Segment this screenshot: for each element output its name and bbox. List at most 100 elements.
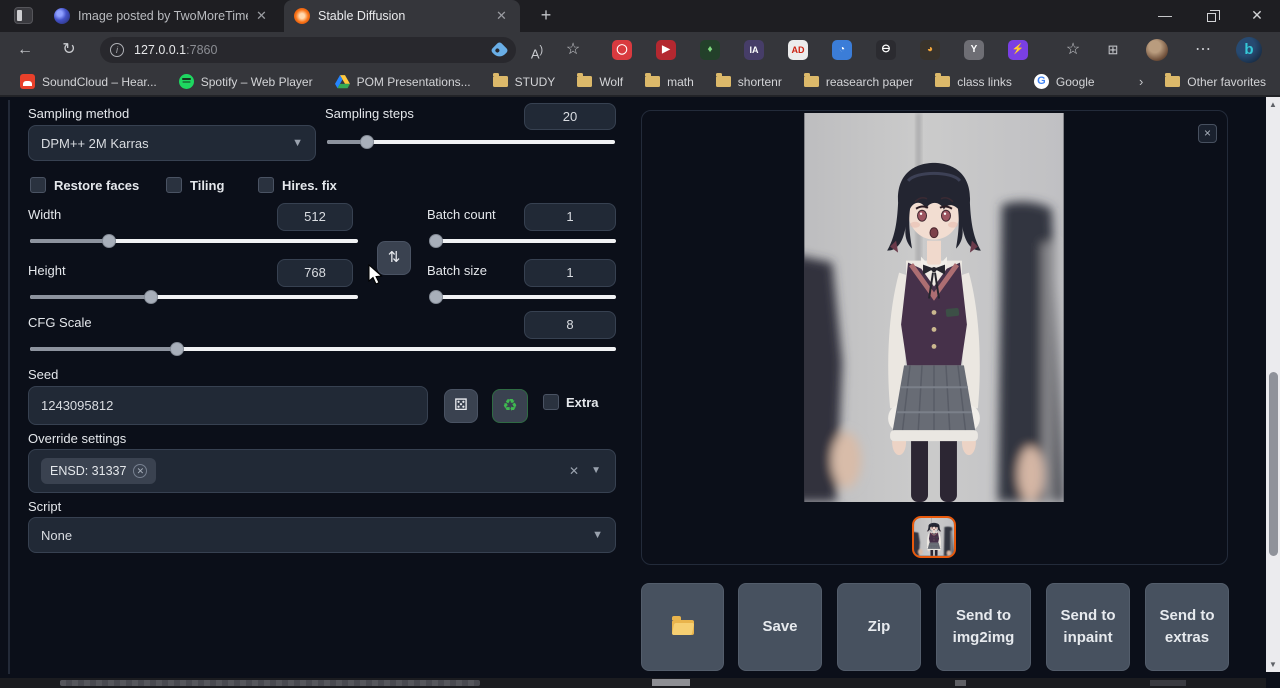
- sampling-method-dropdown[interactable]: DPM++ 2M Karras ▼: [28, 125, 316, 161]
- bottom-edge-strip: [0, 678, 1266, 688]
- sampling-steps-value[interactable]: 20: [524, 103, 616, 130]
- slider-handle[interactable]: [429, 290, 443, 304]
- extension-icon[interactable]: Y: [964, 40, 984, 60]
- add-favorite-icon[interactable]: ☆: [560, 32, 586, 68]
- refresh-icon[interactable]: ↻: [56, 32, 82, 68]
- reuse-seed-recycle-button[interactable]: ♻: [492, 389, 528, 423]
- horizontal-scrollbar-thumb[interactable]: [60, 680, 480, 686]
- favorites-bar-icon[interactable]: ☆: [1060, 32, 1086, 68]
- width-label: Width: [28, 207, 61, 222]
- tab2-favicon: [294, 8, 310, 24]
- clear-all-icon[interactable]: ✕: [569, 464, 579, 478]
- extension-icon[interactable]: 🜔: [876, 40, 896, 60]
- bookmark-spotify[interactable]: Spotify – Web Player: [179, 74, 313, 89]
- override-tag-chip[interactable]: ENSD: 31337 ✕: [41, 458, 156, 484]
- minimize-button[interactable]: —: [1142, 0, 1188, 30]
- soundcloud-icon: [20, 74, 35, 89]
- cfg-scale-slider[interactable]: [30, 342, 616, 356]
- read-aloud-icon[interactable]: A): [524, 32, 550, 68]
- slider-handle[interactable]: [429, 234, 443, 248]
- extension-icon[interactable]: AD: [788, 40, 808, 60]
- width-value[interactable]: 512: [277, 203, 353, 231]
- close-image-icon[interactable]: ×: [1198, 124, 1217, 143]
- script-dropdown[interactable]: None ▼: [28, 517, 616, 553]
- vertical-scrollbar[interactable]: ▲ ▼: [1266, 97, 1280, 672]
- extension-icon[interactable]: ◔: [832, 40, 852, 60]
- gallery-thumbnail-selected[interactable]: [912, 516, 956, 558]
- batch-size-value[interactable]: 1: [524, 259, 616, 287]
- back-icon[interactable]: ←: [12, 32, 38, 68]
- bookmark-folder-wolf[interactable]: Wolf: [577, 75, 623, 89]
- extension-icon[interactable]: ▶: [656, 40, 676, 60]
- tab1-title: Image posted by TwoMoreTimes: [78, 9, 248, 23]
- scrollbar-thumb[interactable]: [1269, 372, 1278, 556]
- height-value[interactable]: 768: [277, 259, 353, 287]
- taskbar-fragment: [1150, 680, 1186, 686]
- batch-count-slider[interactable]: [430, 234, 616, 248]
- extension-icon[interactable]: ⚡: [1008, 40, 1028, 60]
- site-info-icon[interactable]: i: [110, 43, 124, 57]
- extra-seed-checkbox[interactable]: [543, 394, 559, 410]
- slider-handle[interactable]: [360, 135, 374, 149]
- send-to-img2img-button[interactable]: Send to img2img: [936, 583, 1031, 671]
- folder-icon: [645, 76, 660, 87]
- tab-stable-diffusion[interactable]: Stable Diffusion ✕: [284, 0, 520, 32]
- spotify-icon: [179, 74, 194, 89]
- bookmark-folder-research[interactable]: reasearch paper: [804, 75, 913, 89]
- close-window-button[interactable]: ✕: [1234, 0, 1280, 30]
- remove-tag-icon[interactable]: ✕: [133, 464, 147, 478]
- url-text[interactable]: 127.0.0.1:7860: [134, 43, 217, 57]
- bookmark-soundcloud[interactable]: SoundCloud – Hear...: [20, 74, 157, 89]
- new-tab-button[interactable]: +: [534, 4, 558, 28]
- bookmark-folder-math[interactable]: math: [645, 75, 694, 89]
- bookmarks-overflow-chevron[interactable]: ›: [1139, 74, 1143, 89]
- tab-image-posted[interactable]: Image posted by TwoMoreTimes ✕: [44, 0, 282, 32]
- slider-handle[interactable]: [144, 290, 158, 304]
- cfg-scale-value[interactable]: 8: [524, 311, 616, 339]
- send-to-extras-button[interactable]: Send to extras: [1145, 583, 1229, 671]
- shopping-tag-icon[interactable]: [490, 41, 508, 59]
- random-seed-dice-button[interactable]: ⚄: [444, 389, 478, 423]
- profile-avatar[interactable]: [1146, 39, 1168, 61]
- settings-menu-icon[interactable]: ⋯: [1190, 32, 1216, 68]
- restore-faces-checkbox[interactable]: [30, 177, 46, 193]
- scroll-down-icon[interactable]: ▼: [1266, 660, 1280, 669]
- seed-input[interactable]: [28, 386, 428, 425]
- other-favorites[interactable]: Other favorites: [1165, 75, 1266, 89]
- bing-chat-icon[interactable]: b: [1236, 37, 1262, 63]
- slider-handle[interactable]: [102, 234, 116, 248]
- open-folder-button[interactable]: [641, 583, 724, 671]
- folder-icon: [935, 76, 950, 87]
- zip-button[interactable]: Zip: [837, 583, 921, 671]
- tiling-checkbox[interactable]: [166, 177, 182, 193]
- batch-count-value[interactable]: 1: [524, 203, 616, 231]
- height-slider[interactable]: [30, 290, 358, 304]
- batch-size-slider[interactable]: [430, 290, 616, 304]
- extension-icon[interactable]: ◯: [612, 40, 632, 60]
- tab2-close-icon[interactable]: ✕: [496, 8, 507, 24]
- generated-image[interactable]: [804, 113, 1064, 502]
- slider-handle[interactable]: [170, 342, 184, 356]
- sampling-steps-slider[interactable]: [327, 135, 615, 149]
- bookmark-google[interactable]: GGoogle: [1034, 74, 1095, 89]
- collections-icon[interactable]: ⊞: [1100, 32, 1126, 68]
- bookmark-folder-study[interactable]: STUDY: [493, 75, 556, 89]
- restore-button[interactable]: [1188, 0, 1234, 30]
- width-slider[interactable]: [30, 234, 358, 248]
- extension-icon[interactable]: ♦: [700, 40, 720, 60]
- address-bar[interactable]: i 127.0.0.1:7860: [100, 37, 516, 63]
- save-button[interactable]: Save: [738, 583, 822, 671]
- override-settings-box[interactable]: ENSD: 31337 ✕ ✕ ▼: [28, 449, 616, 493]
- bookmark-folder-shortenr[interactable]: shortenr: [716, 75, 782, 89]
- chevron-down-icon[interactable]: ▼: [591, 465, 601, 476]
- extension-icon[interactable]: ◕: [920, 40, 940, 60]
- bookmark-folder-classlinks[interactable]: class links: [935, 75, 1012, 89]
- bookmark-pom[interactable]: POM Presentations...: [335, 75, 471, 89]
- extension-icon[interactable]: IA: [744, 40, 764, 60]
- folder-icon: [804, 76, 819, 87]
- workspaces-icon[interactable]: [14, 7, 33, 24]
- hires-fix-checkbox[interactable]: [258, 177, 274, 193]
- send-to-inpaint-button[interactable]: Send to inpaint: [1046, 583, 1130, 671]
- scroll-up-icon[interactable]: ▲: [1266, 100, 1280, 109]
- tab1-close-icon[interactable]: ✕: [256, 8, 267, 24]
